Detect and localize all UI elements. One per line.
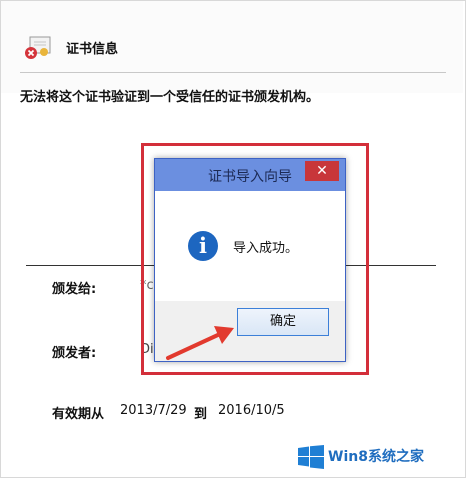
divider [20,72,446,73]
valid-to-date: 2016/10/5 [218,403,285,418]
cert-warning-text: 无法将这个证书验证到一个受信任的证书颁发机构。 [20,90,320,105]
valid-from-date: 2013/7/29 [120,403,187,418]
close-button[interactable]: ✕ [305,161,339,181]
ok-button[interactable]: 确定 [237,308,329,336]
pointer-arrow-icon [166,326,234,360]
valid-from-label: 有效期从 [52,407,105,422]
info-icon: i [188,231,218,261]
success-message: 导入成功。 [233,241,299,256]
issued-to-label: 颁发给: [52,282,97,297]
windows-logo-icon [298,445,324,469]
dialog-titlebar[interactable]: 证书导入向导 ✕ [155,159,345,191]
watermark-brand: Win8系统之家 [328,449,424,465]
certificate-error-icon [25,36,51,59]
issued-by-label: 颁发者: [52,346,97,361]
valid-to-word: 到 [194,407,208,422]
cert-info-title: 证书信息 [66,42,119,57]
